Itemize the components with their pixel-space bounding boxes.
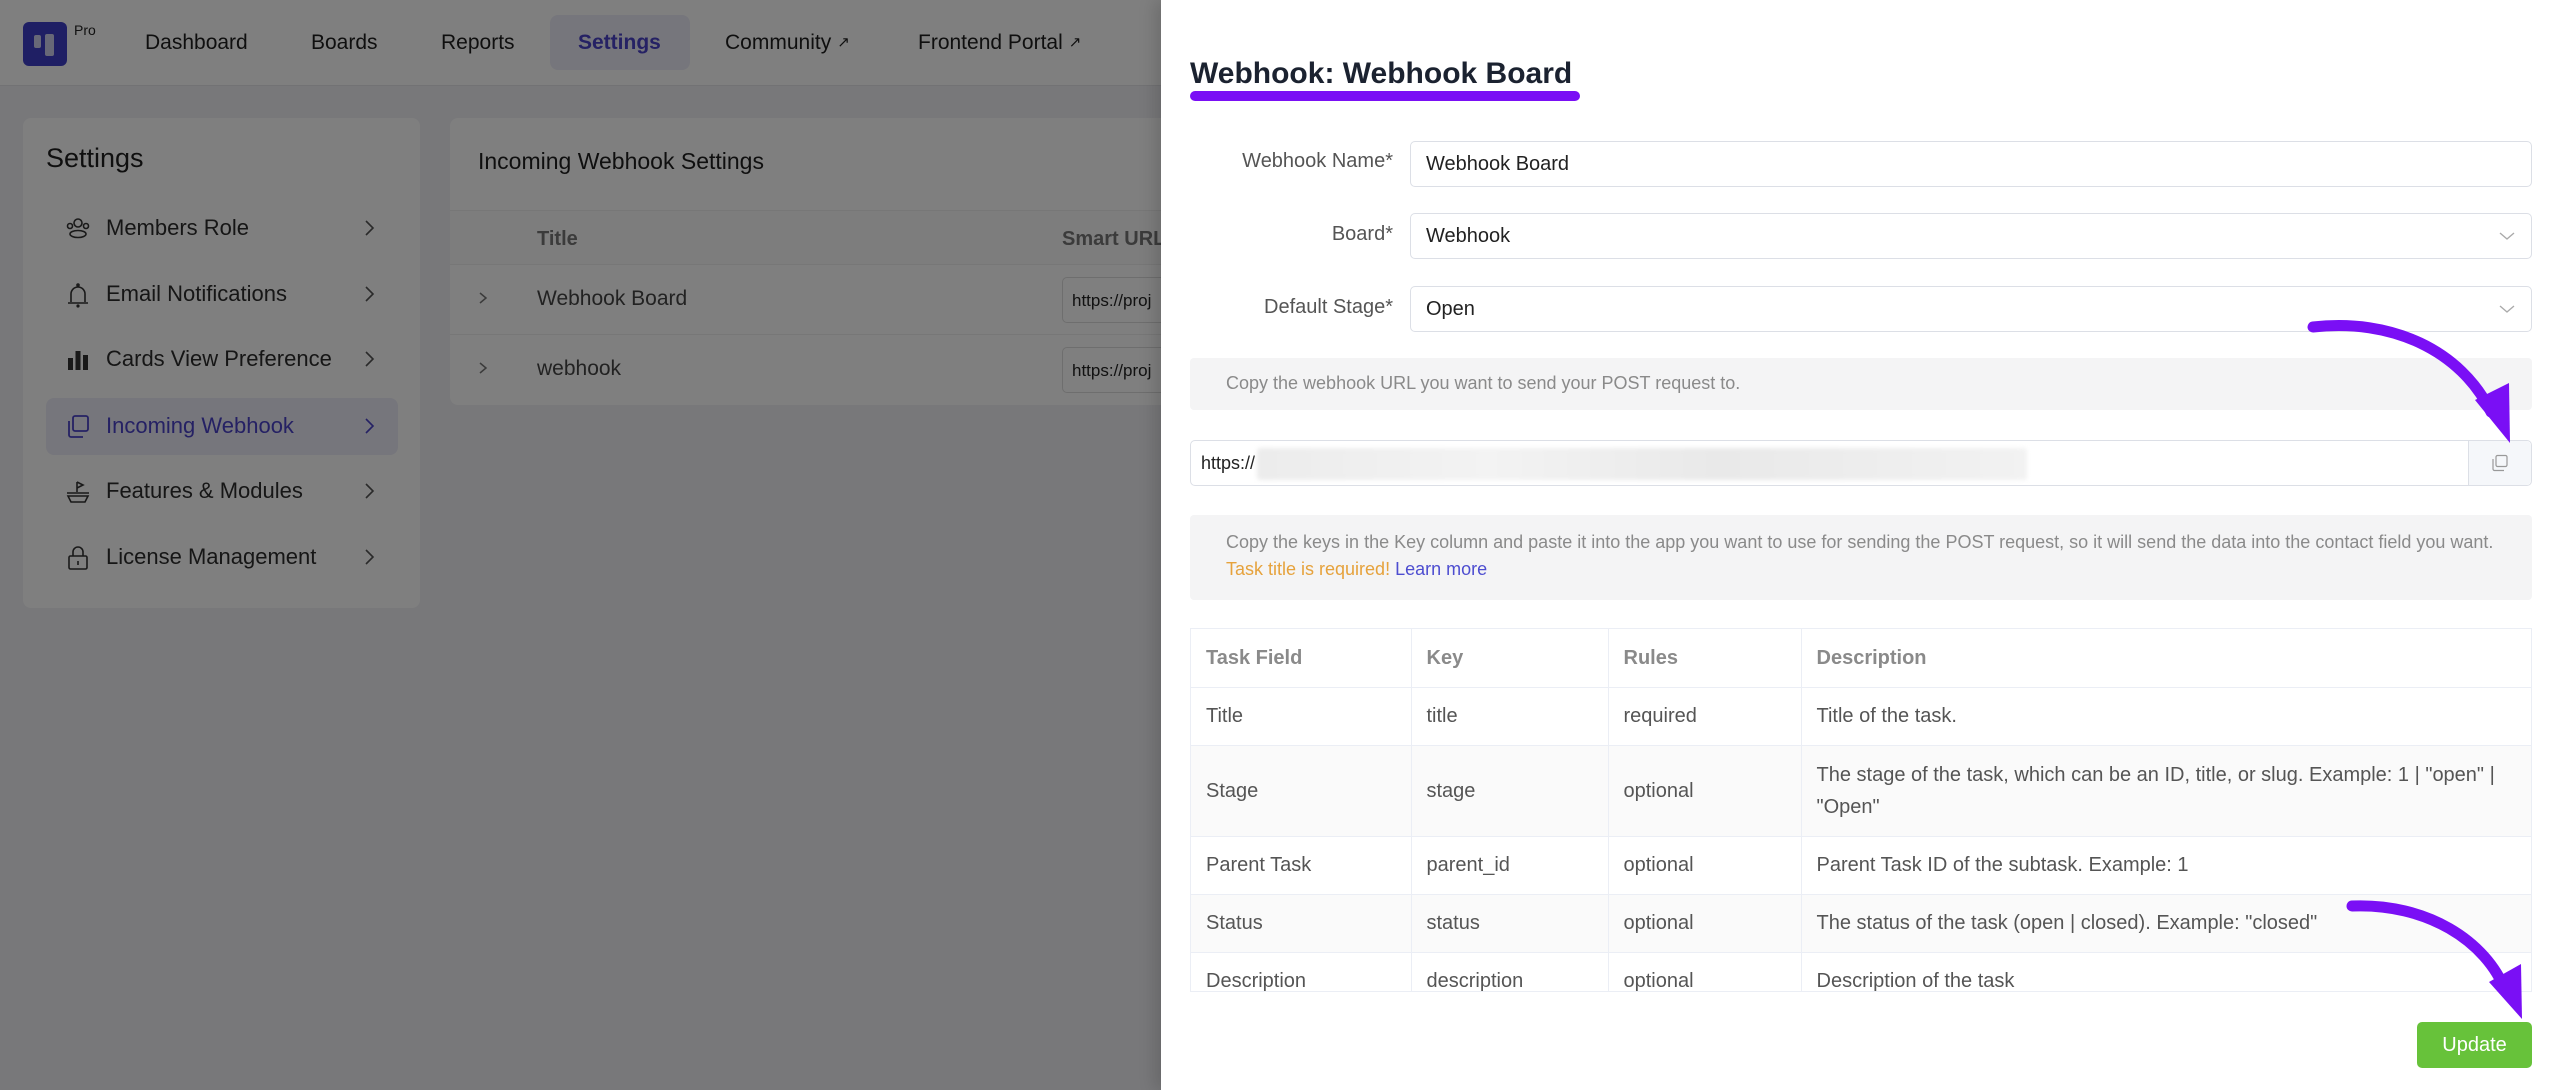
required-warning: Task title is required! (1226, 559, 1391, 579)
cell-description: The stage of the task, which can be an I… (1801, 745, 2531, 837)
cell-rules: optional (1608, 952, 1802, 991)
cell-rules: optional (1608, 894, 1802, 953)
table-row: Stage stage optional The stage of the ta… (1191, 745, 2531, 837)
webhook-url-field[interactable]: https:// (1190, 440, 2532, 486)
modal-backdrop[interactable] (0, 0, 1161, 1090)
learn-more-link[interactable]: Learn more (1395, 559, 1487, 579)
keys-help-box: Copy the keys in the Key column and past… (1190, 515, 2532, 600)
chevron-down-icon (2499, 232, 2515, 240)
annotation-underline (1190, 91, 1580, 101)
table-header-row: Task Field Key Rules Description (1191, 629, 2531, 688)
cell-key: stage (1411, 745, 1609, 837)
cell-key: parent_id (1411, 836, 1609, 895)
cell-description: The status of the task (open | closed). … (1801, 894, 2531, 953)
cell-task-field: Stage (1191, 745, 1412, 837)
column-key: Key (1411, 629, 1609, 688)
url-help-text: Copy the webhook URL you want to send yo… (1226, 373, 1741, 393)
cell-rules: required (1608, 687, 1802, 746)
table-row: Description description optional Descrip… (1191, 952, 2531, 991)
table-row: Parent Task parent_id optional Parent Ta… (1191, 836, 2531, 895)
cell-task-field: Title (1191, 687, 1412, 746)
cell-description: Title of the task. (1801, 687, 2531, 746)
cell-rules: optional (1608, 836, 1802, 895)
cell-task-field: Parent Task (1191, 836, 1412, 895)
table-row: Status status optional The status of the… (1191, 894, 2531, 953)
cell-key: title (1411, 687, 1609, 746)
update-button[interactable]: Update (2417, 1022, 2532, 1068)
cell-description: Parent Task ID of the subtask. Example: … (1801, 836, 2531, 895)
redacted-url (1257, 448, 2027, 480)
cell-key: status (1411, 894, 1609, 953)
task-fields-table: Task Field Key Rules Description Title t… (1190, 628, 2532, 992)
column-description: Description (1801, 629, 2531, 688)
copy-url-button[interactable] (2468, 441, 2531, 485)
table-row: Title title required Title of the task. (1191, 687, 2531, 746)
board-select[interactable]: Webhook (1410, 213, 2532, 259)
cell-description: Description of the task (1801, 952, 2531, 991)
cell-task-field: Status (1191, 894, 1412, 953)
column-task-field: Task Field (1191, 629, 1412, 688)
board-select-value: Webhook (1426, 225, 1511, 247)
cell-rules: optional (1608, 745, 1802, 837)
column-rules: Rules (1608, 629, 1802, 688)
board-label: Board* (1331, 223, 1393, 245)
webhook-url-value[interactable]: https:// (1201, 453, 1255, 474)
webhook-name-input[interactable] (1426, 153, 2516, 176)
webhook-name-label: Webhook Name* (1242, 150, 1393, 172)
cell-task-field: Description (1191, 952, 1412, 991)
url-help-box: Copy the webhook URL you want to send yo… (1190, 358, 2532, 410)
copy-icon (2492, 454, 2508, 472)
default-stage-value: Open (1426, 298, 1475, 320)
default-stage-label: Default Stage* (1264, 296, 1393, 318)
chevron-down-icon (2499, 305, 2515, 313)
drawer-title: Webhook: Webhook Board (1190, 57, 1573, 90)
default-stage-select[interactable]: Open (1410, 286, 2532, 332)
keys-help-text: Copy the keys in the Key column and past… (1226, 532, 2494, 552)
cell-key: description (1411, 952, 1609, 991)
webhook-edit-drawer: Webhook: Webhook Board Webhook Name* Boa… (1161, 0, 2560, 1090)
webhook-name-field[interactable] (1410, 141, 2532, 187)
